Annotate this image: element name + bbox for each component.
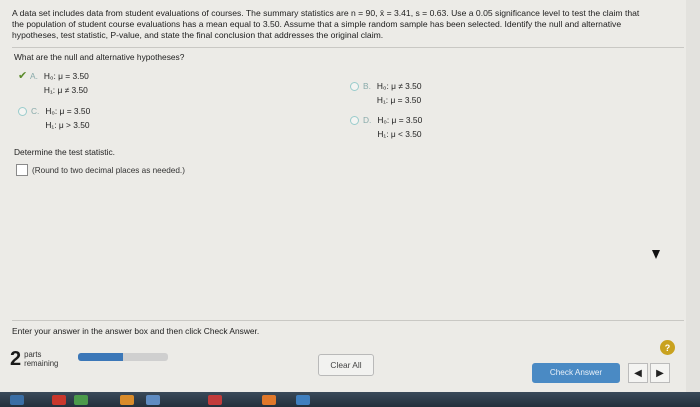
choice-c-null: H₀: μ = 3.50 — [45, 106, 91, 116]
taskbar-app-icon[interactable] — [10, 395, 24, 405]
progress-fill — [78, 353, 123, 361]
taskbar-app-icon[interactable] — [52, 395, 66, 405]
parts-label-2: remaining — [24, 358, 59, 368]
mouse-cursor-icon — [652, 250, 660, 259]
choice-d-alt: H₁: μ < 3.50 — [377, 129, 422, 139]
radio-icon[interactable] — [350, 116, 359, 125]
hypotheses-prompt: What are the null and alternative hypoth… — [14, 52, 185, 62]
help-icon[interactable]: ? — [660, 340, 675, 355]
prev-arrow-icon[interactable]: ◀ — [628, 363, 648, 383]
taskbar-app-icon[interactable] — [120, 395, 134, 405]
choice-c-alt: H₁: μ > 3.50 — [45, 120, 90, 130]
question-line-3: hypotheses, test statistic, P-value, and… — [12, 29, 384, 40]
choice-b-letter: B. — [363, 81, 371, 91]
choice-b-alt: H₁: μ = 3.50 — [376, 95, 422, 105]
divider-bottom — [12, 320, 684, 321]
choice-c-letter: C. — [31, 106, 40, 116]
question-line-2: the population of student course evaluat… — [12, 18, 622, 29]
question-panel: A data set includes data from student ev… — [0, 0, 700, 407]
choice-a[interactable]: ✔ A. H₀: μ = 3.50 H₁: μ ≠ 3.50 — [18, 69, 89, 97]
answer-row: (Round to two decimal places as needed.) — [16, 164, 185, 176]
check-answer-button[interactable]: Check Answer — [532, 363, 620, 383]
radio-icon[interactable] — [18, 107, 27, 116]
check-icon: ✔ — [18, 70, 28, 82]
progress-bar — [78, 353, 168, 361]
footer-instruction: Enter your answer in the answer box and … — [12, 326, 260, 336]
choice-b[interactable]: B. H₀: μ ≠ 3.50 H₁: μ = 3.50 — [350, 79, 421, 107]
choice-b-null: H₀: μ ≠ 3.50 — [376, 81, 422, 91]
choice-a-null: H₀: μ = 3.50 — [43, 71, 89, 81]
divider-top — [12, 47, 684, 48]
choice-d[interactable]: D. H₀: μ = 3.50 H₁: μ < 3.50 — [350, 113, 422, 141]
choice-d-null: H₀: μ = 3.50 — [377, 115, 423, 125]
window-edge — [686, 0, 700, 392]
next-arrow-icon[interactable]: ▶ — [650, 363, 670, 383]
choice-d-letter: D. — [363, 115, 372, 125]
parts-remaining: 2 parts remaining — [10, 348, 58, 371]
parts-count: 2 — [10, 348, 22, 370]
question-line-1: A data set includes data from student ev… — [12, 8, 640, 18]
taskbar-app-icon[interactable] — [262, 395, 276, 405]
choice-c[interactable]: C. H₀: μ = 3.50 H₁: μ > 3.50 — [18, 104, 90, 132]
taskbar-app-icon[interactable] — [296, 395, 310, 405]
choice-a-letter: A. — [30, 71, 38, 81]
answer-hint: (Round to two decimal places as needed.) — [32, 165, 185, 175]
clear-all-button[interactable]: Clear All — [318, 354, 374, 376]
taskbar-app-icon[interactable] — [74, 395, 88, 405]
radio-icon[interactable] — [350, 82, 359, 91]
taskbar-app-icon[interactable] — [146, 395, 160, 405]
taskbar-app-icon[interactable] — [208, 395, 222, 405]
question-text: A data set includes data from student ev… — [12, 8, 684, 40]
answer-input[interactable] — [16, 164, 28, 176]
test-statistic-label: Determine the test statistic. — [14, 147, 116, 157]
choice-a-alt: H₁: μ ≠ 3.50 — [43, 85, 88, 95]
taskbar — [0, 392, 700, 407]
